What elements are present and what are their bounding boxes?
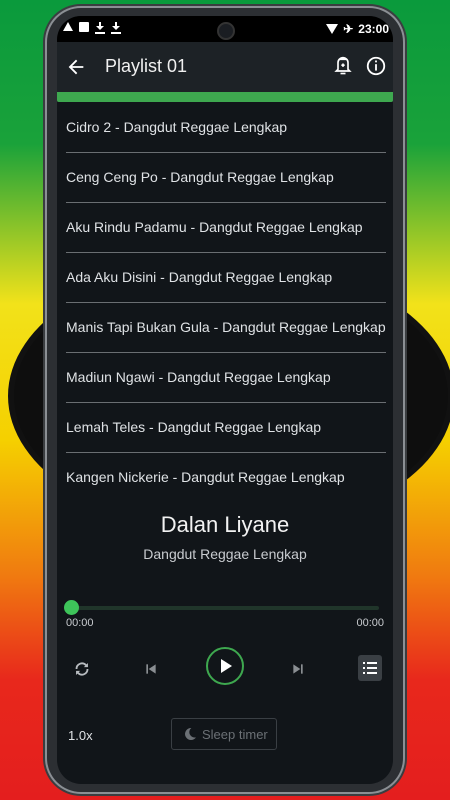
- repeat-icon[interactable]: [71, 658, 93, 680]
- wifi-icon: [326, 24, 339, 34]
- playlist-item[interactable]: Aku Rindu Padamu - Dangdut Reggae Lengka…: [66, 203, 386, 253]
- image-icon: [79, 22, 89, 32]
- playlist-item[interactable]: Cidro 2 - Dangdut Reggae Lengkap: [66, 103, 386, 153]
- status-right: ✈ 23:00: [326, 22, 389, 36]
- now-playing-artist: Dangdut Reggae Lengkap: [143, 546, 307, 562]
- playlist-item[interactable]: Madiun Ngawi - Dangdut Reggae Lengkap: [66, 353, 386, 403]
- queue-list-icon[interactable]: [358, 655, 382, 681]
- app-screen: ✈ 23:00 Playlist 01 Cidro 2 - Dangdut Re…: [57, 16, 393, 784]
- skip-previous-icon[interactable]: [143, 661, 159, 677]
- status-bar: ✈ 23:00: [57, 16, 393, 42]
- airplane-icon: ✈: [343, 22, 354, 36]
- alarm-icon[interactable]: [333, 55, 353, 77]
- header-accent-bar: [57, 92, 393, 102]
- now-playing-title: Dalan Liyane: [160, 512, 290, 537]
- status-time: 23:00: [358, 22, 389, 36]
- playlist-list: Cidro 2 - Dangdut Reggae Lengkap Ceng Ce…: [66, 103, 386, 502]
- download-icon: [111, 22, 121, 34]
- duration-time: 00:00: [356, 617, 384, 629]
- playback-speed[interactable]: 1.0x: [68, 728, 93, 743]
- playlist-item[interactable]: Manis Tapi Bukan Gula - Dangdut Reggae L…: [66, 303, 386, 353]
- info-icon[interactable]: [365, 55, 387, 77]
- page-title: Playlist 01: [105, 56, 188, 76]
- playlist-item[interactable]: Kangen Nickerie - Dangdut Reggae Lengkap: [66, 453, 386, 502]
- download-icon: [95, 22, 105, 34]
- status-left-icons: [63, 22, 121, 34]
- playback-controls: [57, 644, 393, 696]
- skip-next-icon[interactable]: [290, 661, 306, 677]
- camera-cutout: [217, 22, 235, 40]
- playlist-item[interactable]: Ada Aku Disini - Dangdut Reggae Lengkap: [66, 253, 386, 303]
- app-bar: Playlist 01: [57, 42, 393, 92]
- playlist-item[interactable]: Lemah Teles - Dangdut Reggae Lengkap: [66, 403, 386, 453]
- seek-bar[interactable]: [64, 600, 379, 615]
- arrow-left-icon[interactable]: [65, 56, 87, 78]
- now-playing: Dalan Liyane Dangdut Reggae Lengkap: [57, 512, 393, 562]
- sleep-timer-button[interactable]: Sleep timer: [171, 718, 277, 750]
- playlist-item[interactable]: Ceng Ceng Po - Dangdut Reggae Lengkap: [66, 153, 386, 203]
- current-time: 00:00: [66, 617, 94, 629]
- alert-icon: [63, 22, 73, 31]
- play-button[interactable]: [206, 647, 244, 685]
- seek-handle[interactable]: [64, 600, 79, 615]
- moon-icon: [185, 727, 196, 740]
- sleep-timer-label: Sleep timer: [202, 727, 268, 742]
